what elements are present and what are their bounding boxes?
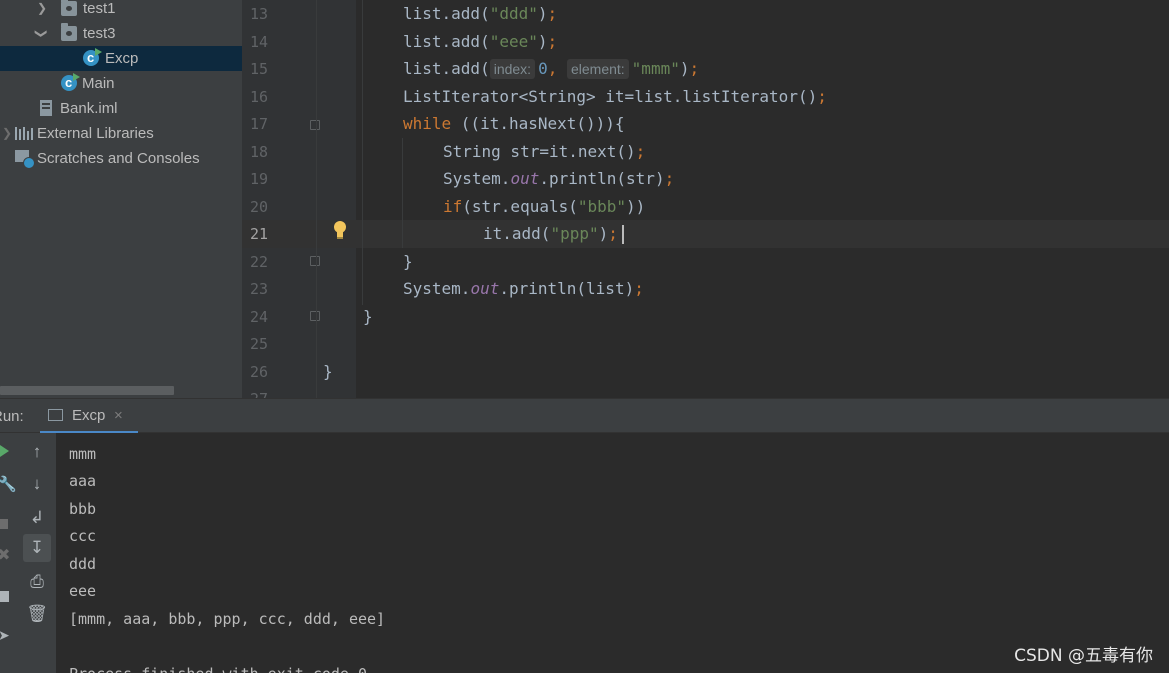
scroll-to-end-icon[interactable]: ↧ xyxy=(23,534,51,562)
output-line: ddd xyxy=(69,555,97,573)
folder-icon xyxy=(61,0,77,16)
line-number: 25 xyxy=(249,335,268,353)
output-line: Process finished with exit code 0 xyxy=(69,661,367,673)
iml-file-icon xyxy=(40,100,52,116)
fold-marker-icon[interactable] xyxy=(310,120,320,130)
run-tab-label: Excp xyxy=(72,407,106,424)
trash-icon[interactable]: 🗑 xyxy=(23,600,51,628)
scratches-icon xyxy=(15,150,35,169)
line-number: 26 xyxy=(249,363,268,381)
tree-item-label: test1 xyxy=(83,0,116,17)
text-caret xyxy=(622,225,624,244)
code-line-16: ListIterator<String> it=list.listIterato… xyxy=(403,87,827,106)
java-class-icon xyxy=(61,70,80,95)
tree-item-label: Excp xyxy=(105,50,139,67)
line-number: 18 xyxy=(249,143,268,161)
layout-icon[interactable] xyxy=(0,591,9,602)
line-number: 19 xyxy=(249,170,268,188)
console-output[interactable]: mmm aaa bbb ccc ddd eee [mmm, aaa, bbb, … xyxy=(56,433,1169,673)
lightbulb-icon[interactable] xyxy=(334,221,346,241)
run-toolbar: ↑ ↓ ↲ ↧ ⎙ 🗑 xyxy=(18,433,56,673)
tree-item-label: test3 xyxy=(83,25,116,42)
indent-guide xyxy=(316,0,317,398)
output-line: mmm xyxy=(69,445,97,463)
watermark: CSDN @五毒有你 xyxy=(1014,646,1153,666)
chevron-down-icon[interactable]: ❯ xyxy=(29,28,54,38)
output-line: [mmm, aaa, bbb, ppp, ccc, ddd, eee] xyxy=(69,610,386,628)
rerun-icon[interactable] xyxy=(0,445,9,457)
stop-icon[interactable] xyxy=(0,519,8,529)
code-line-23: System.out.println(list); xyxy=(403,279,644,298)
soft-wrap-icon[interactable]: ↲ xyxy=(23,504,51,532)
tree-item-label: External Libraries xyxy=(37,125,154,142)
java-class-icon xyxy=(83,45,102,70)
output-line: aaa xyxy=(69,472,97,490)
line-number: 16 xyxy=(249,88,268,106)
tree-item-test3[interactable]: ❯ test3 xyxy=(0,21,242,46)
run-left-toolbar: 🔧 ✖ ➤ xyxy=(0,433,19,673)
code-line-14: list.add("eee"); xyxy=(403,32,558,51)
close-icon[interactable]: × xyxy=(114,398,123,433)
line-number: 22 xyxy=(249,253,268,271)
print-icon[interactable]: ⎙ xyxy=(23,568,51,596)
line-number: 14 xyxy=(249,33,268,51)
folder-icon xyxy=(61,23,77,41)
wrench-icon[interactable]: 🔧 xyxy=(0,475,17,493)
line-number: 23 xyxy=(249,280,268,298)
tree-item-label: Main xyxy=(82,75,115,92)
line-number: 24 xyxy=(249,308,268,326)
line-number-current: 21 xyxy=(249,225,268,243)
indent-guide xyxy=(362,0,363,305)
code-line-20: if(str.equals("bbb")) xyxy=(443,197,646,216)
code-line-18: String str=it.next(); xyxy=(443,142,646,161)
tree-item-test1[interactable]: ❯ test1 xyxy=(0,0,242,21)
restore-layout-icon[interactable]: ✖ xyxy=(0,545,10,565)
output-line: ccc xyxy=(69,527,97,545)
chevron-right-icon[interactable]: ❯ xyxy=(2,121,12,146)
indent-guide xyxy=(402,138,403,248)
line-number: 20 xyxy=(249,198,268,216)
tree-item-scratches[interactable]: Scratches and Consoles xyxy=(0,146,242,171)
run-panel-header: Run: Excp × xyxy=(0,398,1169,434)
code-line-24: } xyxy=(363,307,373,326)
horizontal-scrollbar[interactable] xyxy=(0,386,174,395)
output-line: bbb xyxy=(69,500,97,518)
output-line: eee xyxy=(69,582,97,600)
tree-item-label: Bank.iml xyxy=(60,100,118,117)
line-number: 13 xyxy=(249,5,268,23)
tree-item-label: Scratches and Consoles xyxy=(37,150,200,167)
up-arrow-icon[interactable]: ↑ xyxy=(23,438,51,466)
tree-item-bank-iml[interactable]: Bank.iml xyxy=(0,96,242,121)
pin-icon[interactable]: ➤ xyxy=(0,627,10,644)
project-tree: ❯ test1 ❯ test3 Excp Main Bank.iml ❯ Ext… xyxy=(0,0,242,398)
line-number: 17 xyxy=(249,115,268,133)
parameter-hint: element: xyxy=(566,59,629,79)
tree-item-external-libraries[interactable]: ❯ External Libraries xyxy=(0,121,242,146)
code-line-26: } xyxy=(323,362,333,381)
line-number: 15 xyxy=(249,60,268,78)
current-line-highlight xyxy=(242,220,1169,248)
tree-item-excp[interactable]: Excp xyxy=(0,45,242,71)
code-line-22: } xyxy=(403,252,413,271)
run-tab-excp[interactable]: Excp × xyxy=(40,399,138,434)
code-line-15: list.add(index: 0, element: "mmm"); xyxy=(403,59,700,79)
code-line-17: while ((it.hasNext())){ xyxy=(403,114,625,133)
library-icon xyxy=(15,127,33,140)
run-panel-label: Run: xyxy=(0,408,24,425)
fold-marker-icon[interactable] xyxy=(310,311,320,321)
down-arrow-icon[interactable]: ↓ xyxy=(23,470,51,498)
chevron-right-icon[interactable]: ❯ xyxy=(37,0,47,21)
fold-marker-icon[interactable] xyxy=(310,256,320,266)
code-line-21: it.add("ppp"); xyxy=(483,224,618,243)
tree-item-main[interactable]: Main xyxy=(0,70,242,96)
console-icon xyxy=(48,409,63,421)
code-line-13: list.add("ddd"); xyxy=(403,4,558,23)
parameter-hint: index: xyxy=(489,59,536,79)
code-line-19: System.out.println(str); xyxy=(443,169,675,188)
